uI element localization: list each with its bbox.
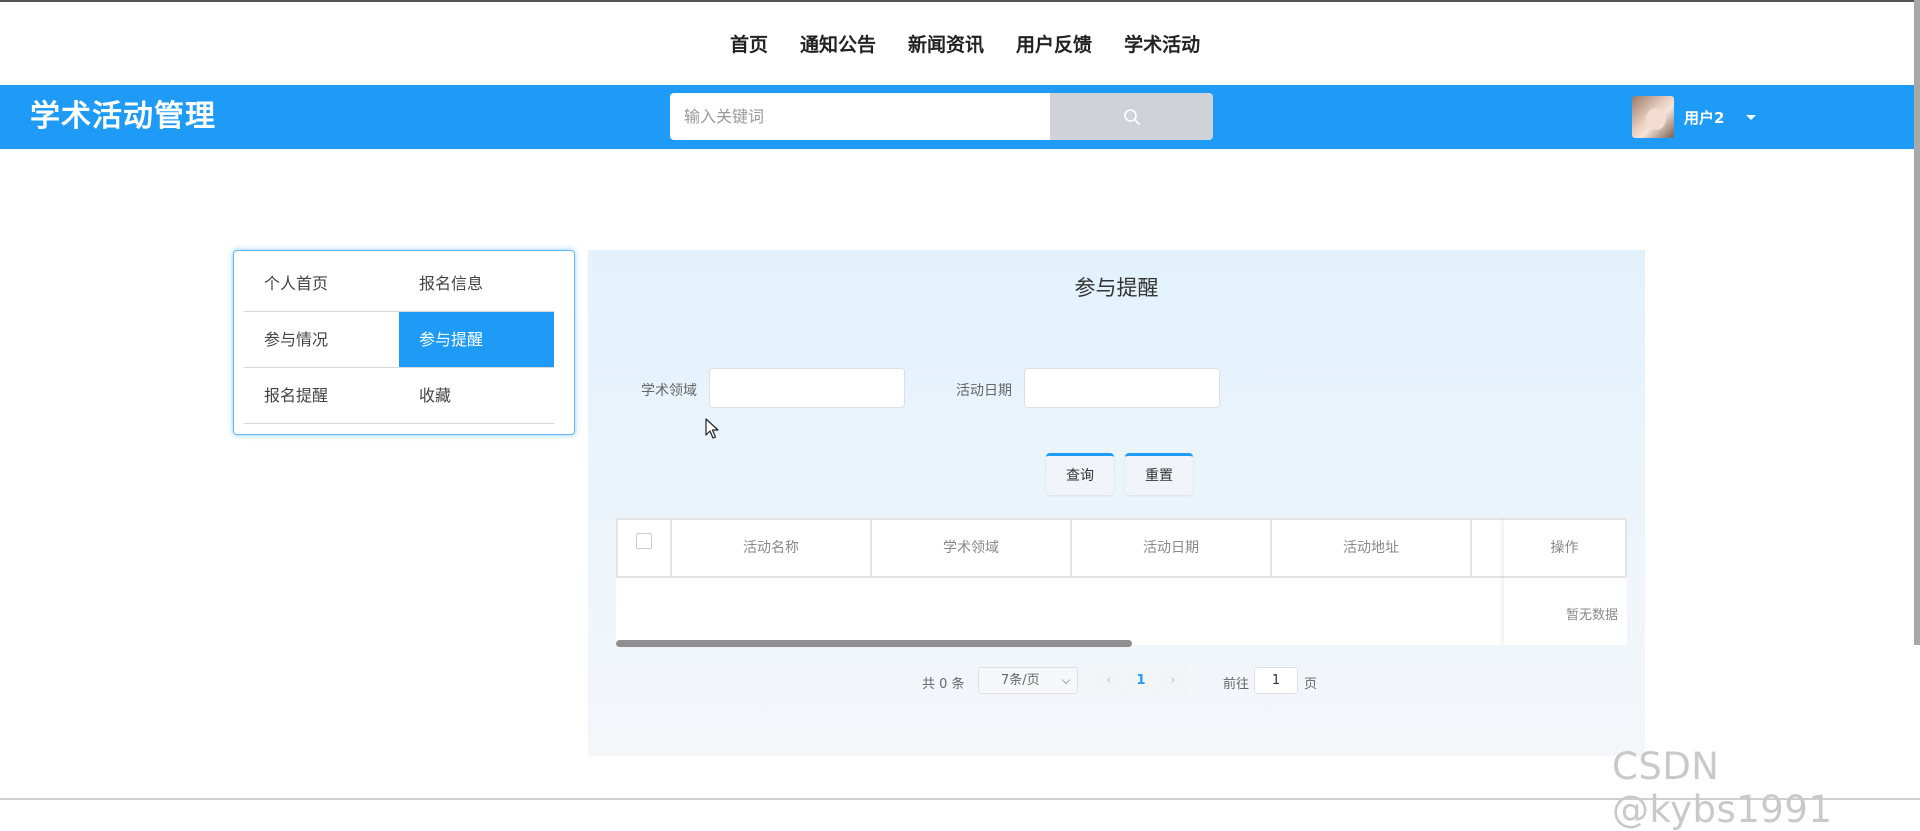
nav-item-home[interactable]: 首页 [730, 30, 768, 57]
nav-item-notices[interactable]: 通知公告 [800, 30, 876, 57]
prev-page-button[interactable]: ‹ [1094, 667, 1124, 694]
mouse-cursor-icon [705, 418, 719, 439]
side-menu-item-favorites[interactable]: 收藏 [399, 368, 554, 423]
reset-button[interactable]: 重置 [1125, 453, 1193, 495]
nav-item-activities[interactable]: 学术活动 [1124, 30, 1200, 57]
site-brand[interactable]: 学术活动管理 [30, 85, 216, 149]
select-all-checkbox[interactable] [636, 533, 652, 549]
goto-page-input[interactable]: 1 [1254, 667, 1298, 694]
page-suffix-label: 页 [1304, 677, 1318, 692]
chevron-right-icon: › [1170, 673, 1176, 688]
side-menu-item-participation[interactable]: 参与情况 [244, 312, 399, 367]
page-number-current[interactable]: 1 [1126, 667, 1156, 694]
field-filter-label: 学术领域 [641, 383, 697, 399]
content-panel: 参与提醒 学术领域 活动日期 查询 重置 活动名称 学术领域 活动日期 活动地址… [588, 250, 1645, 756]
column-header-name[interactable]: 活动名称 [672, 520, 872, 576]
page-title: 参与提醒 [1074, 276, 1159, 300]
search-button[interactable] [1050, 93, 1213, 140]
nav-item-news[interactable]: 新闻资讯 [908, 30, 984, 57]
side-menu-item-registration-reminder[interactable]: 报名提醒 [244, 368, 399, 423]
goto-label: 前往 [1223, 677, 1250, 692]
select-all-cell [618, 520, 672, 576]
search-input[interactable] [670, 93, 1050, 140]
side-menu: 个人首页 报名信息 参与情况 参与提醒 报名提醒 收藏 [233, 250, 575, 435]
side-menu-item-registration-info[interactable]: 报名信息 [399, 256, 554, 311]
side-menu-item-profile[interactable]: 个人首页 [244, 256, 399, 311]
nav-item-feedback[interactable]: 用户反馈 [1016, 30, 1092, 57]
next-page-button[interactable]: › [1158, 667, 1188, 694]
search-icon [1123, 108, 1140, 125]
user-name[interactable]: 用户2 [1684, 107, 1724, 128]
caret-down-icon[interactable] [1746, 114, 1757, 120]
table-header: 活动名称 学术领域 活动日期 活动地址 [616, 518, 1627, 578]
empty-table-text: 暂无数据 [1566, 608, 1619, 623]
column-header-field[interactable]: 学术领域 [872, 520, 1072, 576]
action-column: 操作 [1504, 518, 1627, 645]
query-button[interactable]: 查询 [1046, 453, 1114, 495]
column-header-action: 操作 [1504, 518, 1627, 578]
pagination-total: 共 0 条 [922, 677, 965, 692]
header-bar: 学术活动管理 用户2 [0, 85, 1918, 149]
search-box [670, 93, 1213, 140]
watermark-text: CSDN @kybs1991 [1612, 745, 1833, 831]
date-filter-label: 活动日期 [956, 383, 1012, 399]
table-horizontal-scrollbar[interactable] [616, 640, 1132, 647]
column-header-date[interactable]: 活动日期 [1072, 520, 1272, 576]
page-size-select[interactable]: 7条/页 [978, 667, 1078, 694]
page-size-value: 7条/页 [1001, 673, 1040, 688]
user-menu[interactable]: 用户2 [1632, 91, 1757, 143]
side-menu-item-participation-reminder[interactable]: 参与提醒 [399, 312, 554, 367]
data-table: 活动名称 学术领域 活动日期 活动地址 操作 暂无数据 [616, 518, 1627, 645]
date-filter-input[interactable] [1024, 368, 1220, 408]
field-filter-input[interactable] [709, 368, 905, 408]
chevron-left-icon: ‹ [1106, 673, 1112, 688]
chevron-down-icon [1061, 675, 1071, 685]
page-scrollbar[interactable] [1914, 0, 1920, 645]
column-header-address[interactable]: 活动地址 [1272, 520, 1472, 576]
top-navigation: 首页 通知公告 新闻资讯 用户反馈 学术活动 [0, 2, 1920, 85]
avatar[interactable] [1632, 96, 1674, 138]
